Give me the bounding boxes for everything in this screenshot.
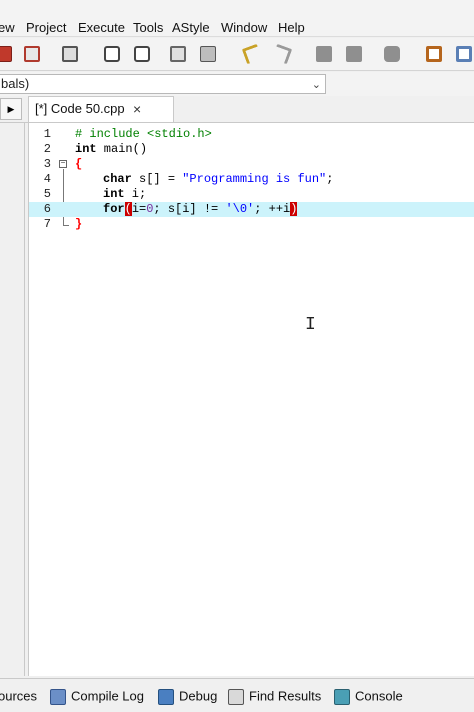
replace-icon[interactable] [134, 46, 150, 62]
line-number: 2 [43, 142, 51, 156]
line-1-text: # include <stdio.h> [75, 127, 212, 141]
keyword-for: for [103, 202, 125, 216]
code-line-7: 7 } [29, 217, 474, 232]
compile-log-icon [50, 688, 66, 705]
tab-debug[interactable]: Debug [158, 684, 217, 708]
project-panel-collapsed [0, 123, 25, 676]
bottom-panel-tabs: ources Compile Log Debug Find Results Co… [0, 678, 474, 712]
tab-code-50-cpp[interactable]: [*] Code 50.cpp × [28, 96, 174, 122]
close-file-icon[interactable] [0, 46, 12, 62]
tab-console-label: Console [355, 688, 403, 704]
line-number: 7 [43, 217, 51, 231]
chevron-down-icon[interactable]: ⌄ [312, 76, 321, 94]
code-line-5: 5 int i; [29, 187, 474, 202]
keyword-int: int [75, 142, 97, 156]
code-line-2: 2 int main() [29, 142, 474, 157]
line-6-part-c: ; ++i [254, 202, 291, 216]
menu-help[interactable]: Help [278, 20, 305, 35]
tab-label: [*] Code 50.cpp [35, 101, 125, 116]
mouse-ibeam-cursor: I [305, 315, 316, 335]
tab-debug-label: Debug [179, 688, 218, 704]
line-number: 5 [43, 187, 51, 201]
matched-close-paren: ) [290, 202, 298, 216]
debug-icon[interactable] [456, 46, 472, 62]
toggle-comment-icon[interactable] [384, 46, 400, 62]
line-number: 6 [43, 202, 51, 216]
keyword-char: char [103, 172, 132, 186]
tab-compile-log-label: Compile Log [71, 688, 144, 704]
line-6-part-a: i= [131, 202, 147, 216]
find-results-icon [228, 688, 244, 705]
scope-value: bals) [1, 76, 30, 91]
fold-end-marker [63, 225, 69, 226]
close-icon[interactable]: × [133, 97, 141, 121]
tab-resources[interactable]: ources [0, 684, 37, 708]
scope-dropdown[interactable]: bals) ⌄ [0, 74, 326, 94]
menu-astyle[interactable]: AStyle [172, 20, 210, 35]
menu-execute[interactable]: Execute [78, 20, 125, 35]
code-line-1: 1 # include <stdio.h> [29, 127, 474, 142]
line-number: 4 [43, 172, 51, 186]
find-icon[interactable] [104, 46, 120, 62]
string-literal: "Programming is fun" [182, 172, 327, 186]
code-line-6-active: 6 for(i=0; s[i] != '\0'; ++i) [29, 202, 474, 217]
undo-icon[interactable] [241, 43, 263, 65]
menu-bar: ew Project Execute Tools AStyle Window H… [0, 0, 474, 37]
line-5-rest: i; [124, 187, 147, 201]
tab-find-results[interactable]: Find Results [228, 684, 321, 708]
indent-icon[interactable] [316, 46, 332, 62]
line-number: 1 [43, 127, 51, 141]
line-number: 3 [43, 157, 51, 171]
toolbar [0, 38, 474, 71]
menu-view[interactable]: ew [0, 20, 15, 35]
debug-tab-icon [158, 688, 174, 705]
print-icon[interactable] [62, 46, 78, 62]
panel-toggle-arrow-icon[interactable]: ▶ [0, 98, 22, 120]
tab-console[interactable]: Console [334, 684, 403, 708]
unindent-icon[interactable] [346, 46, 362, 62]
bookmark-icon[interactable] [200, 46, 216, 62]
goto-icon[interactable] [170, 46, 186, 62]
console-icon [334, 688, 350, 705]
line-4-mid: s[] = [131, 172, 183, 186]
tab-compile-log[interactable]: Compile Log [50, 684, 144, 708]
editor-tab-row: ▶ [*] Code 50.cpp × [0, 96, 474, 123]
code-line-3: 3 − { [29, 157, 474, 172]
menu-window[interactable]: Window [221, 20, 267, 35]
line-4-end: ; [326, 172, 334, 186]
close-all-icon[interactable] [24, 46, 40, 62]
code-editor[interactable]: 1 # include <stdio.h> 2 int main() 3 − {… [28, 123, 474, 676]
fold-minus-icon[interactable]: − [59, 160, 67, 168]
menu-project[interactable]: Project [26, 20, 66, 35]
tab-find-results-label: Find Results [249, 688, 322, 704]
tab-resources-label: ources [0, 688, 38, 704]
scope-bar: bals) ⌄ [0, 72, 474, 96]
matched-open-paren: ( [124, 202, 132, 216]
line-2-rest: main() [96, 142, 148, 156]
keyword-int: int [103, 187, 125, 201]
redo-icon[interactable] [271, 43, 293, 65]
line-6-part-b: ; s[i] != [153, 202, 226, 216]
open-brace: { [75, 157, 83, 171]
new-class-icon[interactable] [426, 46, 442, 62]
code-line-4: 4 char s[] = "Programming is fun"; [29, 172, 474, 187]
menu-tools[interactable]: Tools [133, 20, 163, 35]
close-brace: } [75, 217, 83, 231]
char-literal: '\0' [225, 202, 255, 216]
